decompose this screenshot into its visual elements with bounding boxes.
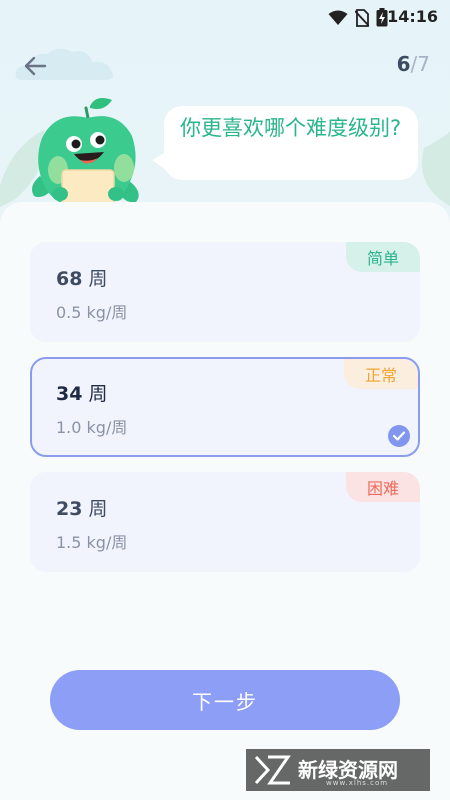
option-weeks-number: 23: [56, 498, 83, 520]
status-bar: 14:16: [0, 0, 450, 34]
progress-total: 7: [417, 52, 430, 76]
option-weeks: 23 周: [56, 494, 108, 521]
status-time: 14:16: [387, 7, 438, 26]
option-weeks-unit: 周: [88, 383, 108, 405]
option-weeks-number: 34: [56, 383, 83, 405]
option-weeks-number: 68: [56, 268, 83, 290]
status-icons: [328, 8, 388, 27]
progress-current: 6: [396, 52, 411, 76]
watermark-url: www.xlhs.com: [326, 779, 389, 787]
step-progress: 6/7: [397, 52, 430, 76]
watermark-text: 新绿资源网: [298, 758, 398, 782]
checkmark-icon: [388, 425, 410, 447]
difficulty-option-normal[interactable]: 正常 34 周 1.0 kg/周: [30, 357, 420, 457]
difficulty-badge-easy: 简单: [346, 242, 420, 272]
screen: 14:16 6/7 你更喜欢哪个难度级别? 简单 68 周 0.5 kg/周 正…: [0, 0, 450, 800]
back-button[interactable]: [18, 52, 52, 80]
watermark-logo-icon: [254, 755, 291, 785]
wifi-icon: [328, 10, 348, 25]
watermark: 新绿资源网 www.xlhs.com: [246, 749, 430, 791]
next-step-button[interactable]: 下一步: [50, 670, 400, 730]
difficulty-option-easy[interactable]: 简单 68 周 0.5 kg/周: [30, 242, 420, 342]
option-weeks-unit: 周: [88, 498, 108, 520]
option-weeks: 34 周: [56, 379, 108, 406]
option-rate: 0.5 kg/周: [56, 303, 128, 322]
no-sim-icon: [355, 8, 369, 27]
difficulty-option-hard[interactable]: 困难 23 周 1.5 kg/周: [30, 472, 420, 572]
option-weeks: 68 周: [56, 264, 108, 291]
option-weeks-unit: 周: [88, 268, 108, 290]
question-text: 你更喜欢哪个难度级别?: [180, 116, 402, 140]
option-rate: 1.5 kg/周: [56, 533, 128, 552]
option-rate: 1.0 kg/周: [56, 418, 128, 437]
difficulty-badge-normal: 正常: [344, 359, 418, 389]
difficulty-badge-hard: 困难: [346, 472, 420, 502]
leaf-decoration-right: [422, 131, 450, 206]
question-bubble: 你更喜欢哪个难度级别?: [152, 106, 418, 180]
arrow-left-icon: [24, 56, 47, 76]
